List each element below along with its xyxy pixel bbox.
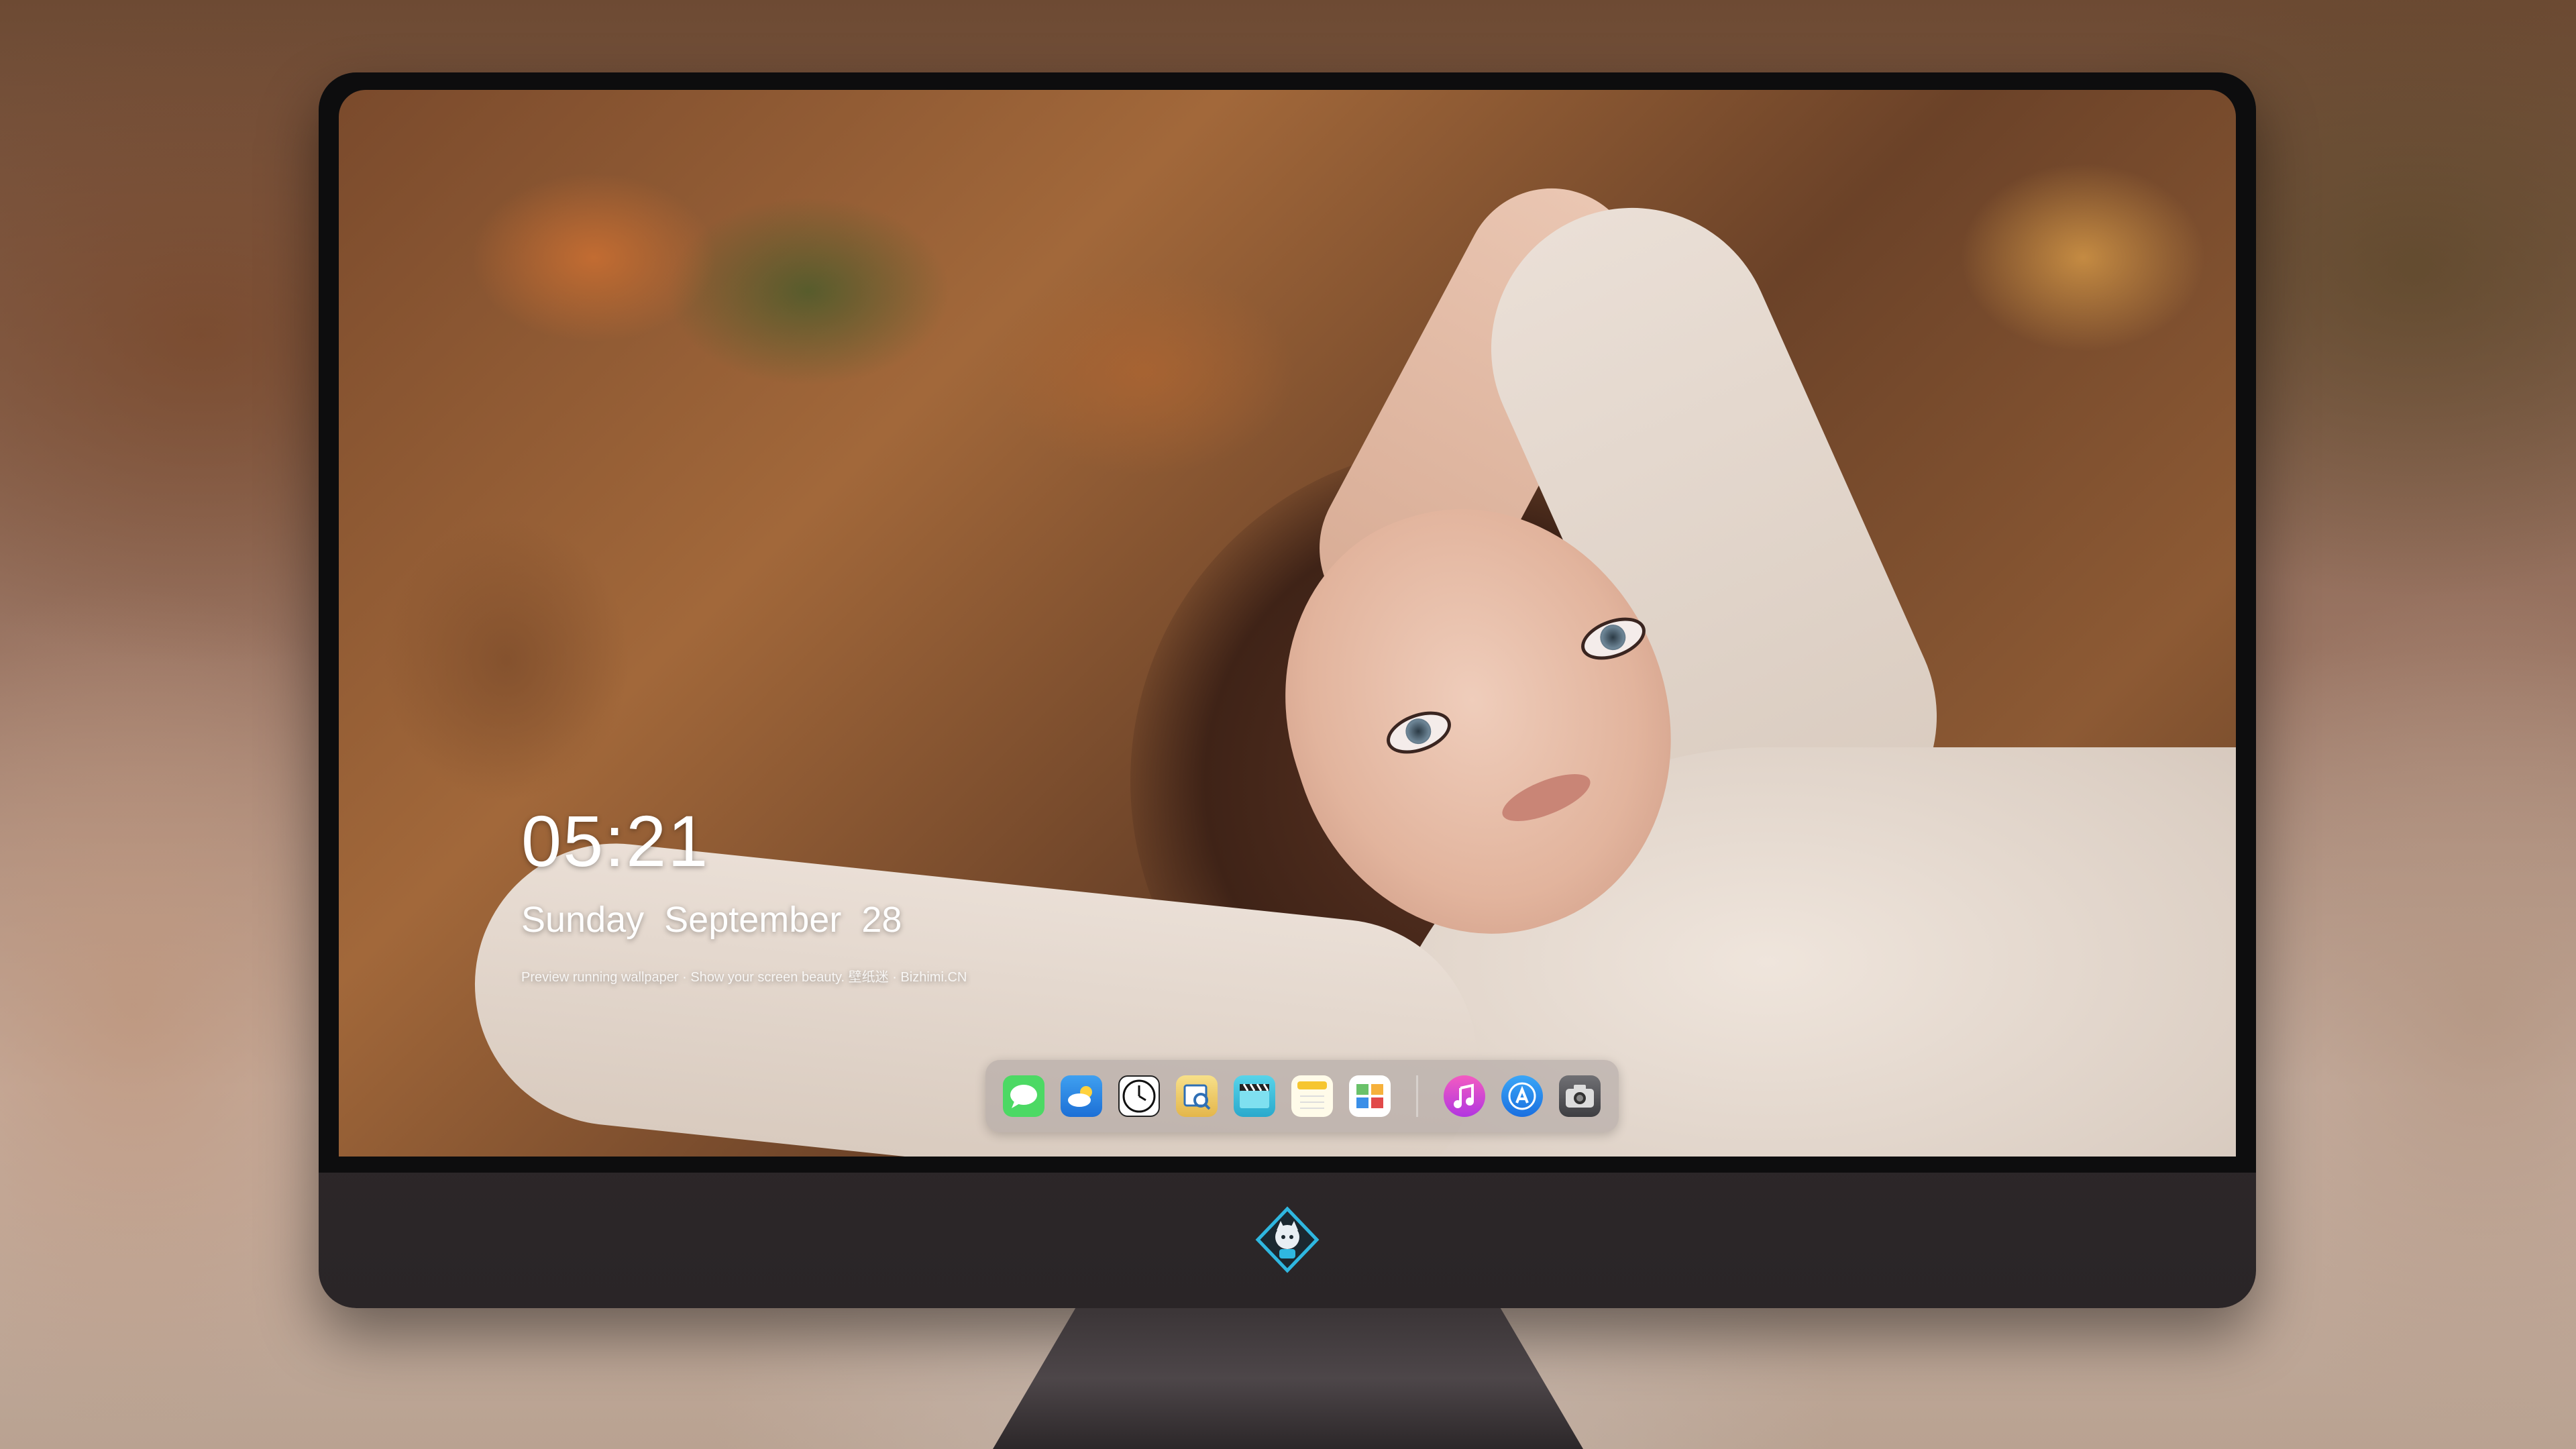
desktop-screen: 05:21 Sunday September 28 Preview runnin…	[339, 90, 2236, 1157]
video-icon[interactable]	[1234, 1075, 1275, 1117]
preview-icon[interactable]	[1176, 1075, 1218, 1117]
monitor: 05:21 Sunday September 28 Preview runnin…	[319, 72, 2256, 1308]
dock	[985, 1060, 1619, 1132]
notes-icon[interactable]	[1291, 1075, 1333, 1117]
app-store-icon[interactable]	[1501, 1075, 1543, 1117]
lock-month: September	[664, 900, 842, 940]
blurred-background: 05:21 Sunday September 28 Preview runnin…	[0, 0, 2576, 1449]
monitor-bezel: 05:21 Sunday September 28 Preview runnin…	[319, 72, 2256, 1173]
dock-separator	[1416, 1075, 1418, 1117]
lock-day: 28	[861, 900, 902, 940]
photos-icon[interactable]	[1349, 1075, 1391, 1117]
weather-icon[interactable]	[1061, 1075, 1102, 1117]
brand-logo	[1255, 1206, 1320, 1273]
camera-icon[interactable]	[1559, 1075, 1601, 1117]
clock-icon[interactable]	[1118, 1075, 1160, 1117]
lock-screen-info: 05:21 Sunday September 28 Preview runnin…	[521, 805, 967, 985]
monitor-stand	[993, 1308, 1583, 1449]
lock-time: 05:21	[521, 800, 710, 881]
lock-date: Sunday September 28	[521, 902, 967, 938]
lock-footer-text: Preview running wallpaper · Show your sc…	[521, 970, 967, 985]
music-icon[interactable]	[1444, 1075, 1485, 1117]
lock-weekday: Sunday	[521, 900, 645, 940]
messages-icon[interactable]	[1003, 1075, 1044, 1117]
